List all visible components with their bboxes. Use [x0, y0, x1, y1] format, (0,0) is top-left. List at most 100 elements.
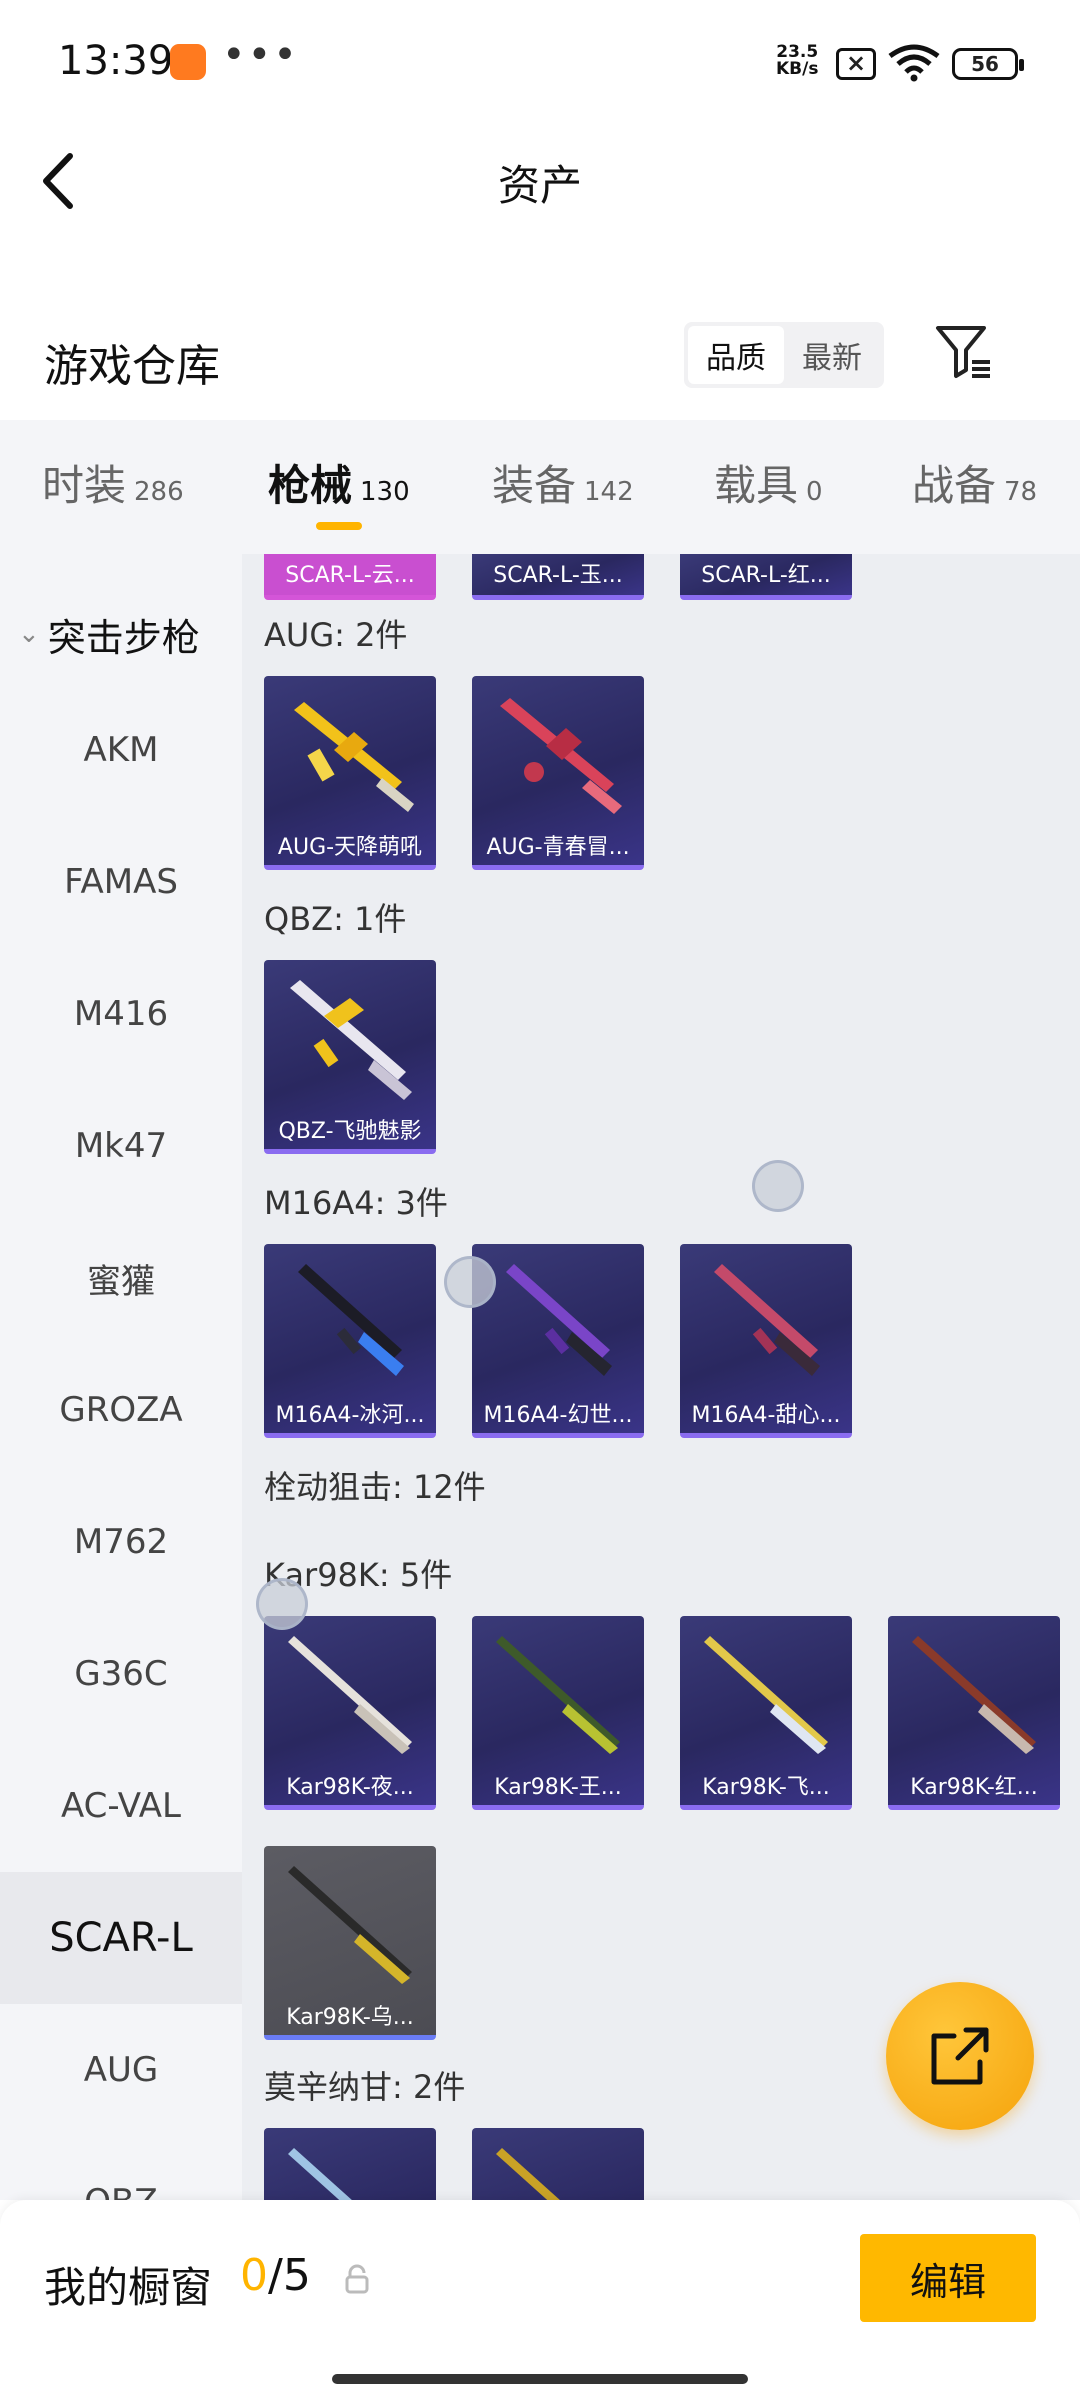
weapon-group-title: QBZ: 1件: [264, 900, 407, 938]
sidebar-item-g36c[interactable]: G36C: [0, 1608, 242, 1740]
skin-card[interactable]: SCAR-L-玉...: [472, 554, 644, 600]
m16a4-skin-image: [298, 1264, 404, 1376]
showcase-label: 我的橱窗: [44, 2263, 213, 2312]
skin-card-label: AUG-天降萌吼: [277, 835, 423, 860]
weapon-type-sidebar: ⌄ 突击步枪 AKM FAMAS M416 Mk47 蜜獾 GROZA M762…: [0, 554, 242, 2200]
skin-card[interactable]: QBZ-飞驰魅影: [264, 960, 436, 1154]
showcase-bar: 我的橱窗 0/5 编辑: [0, 2200, 1080, 2400]
skin-card[interactable]: M16A4-甜心...: [680, 1244, 852, 1438]
sidebar-item-aug[interactable]: AUG: [0, 2004, 242, 2136]
edit-showcase-button[interactable]: 编辑: [860, 2234, 1036, 2322]
sidebar-item-m762[interactable]: M762: [0, 1476, 242, 1608]
skin-card-label: M16A4-冰河...: [275, 1403, 425, 1428]
sidebar-item-honey-badger[interactable]: 蜜獾: [0, 1212, 242, 1344]
touch-indicator: [752, 1160, 804, 1212]
kar98k-skin-image: [912, 1636, 1036, 1754]
tab-count: 78: [1004, 477, 1038, 507]
touch-indicator: [444, 1256, 496, 1308]
tab-equipment[interactable]: 装备 142: [492, 452, 634, 513]
filter-icon: [936, 326, 990, 378]
share-button[interactable]: [886, 1982, 1034, 2130]
skin-card[interactable]: AUG-青春冒...: [472, 676, 644, 870]
skin-card[interactable]: SCAR-L-红...: [680, 554, 852, 600]
skin-card[interactable]: M16A4-幻世...: [472, 1244, 644, 1438]
share-icon: [931, 2027, 989, 2085]
skin-card-label: M16A4-甜心...: [691, 1403, 841, 1428]
sidebar-item-groza[interactable]: GROZA: [0, 1344, 242, 1476]
skin-card-label: Kar98K-夜...: [286, 1775, 414, 1800]
skin-card[interactable]: [264, 2128, 436, 2200]
touch-indicator: [256, 1578, 308, 1630]
aug-skin-image: [500, 698, 622, 814]
wifi-icon: [888, 44, 940, 82]
filter-button[interactable]: [934, 322, 994, 382]
sidebar-item-ac-val[interactable]: AC-VAL: [0, 1740, 242, 1872]
tab-vehicles[interactable]: 载具 0: [714, 452, 823, 513]
skin-card[interactable]: SCAR-L-云...: [264, 554, 436, 600]
more-notifications-icon: •••: [222, 32, 299, 78]
tab-count: 130: [360, 477, 410, 507]
skin-card-label: SCAR-L-红...: [701, 563, 831, 588]
kar98k-skin-image: [288, 1866, 412, 1984]
mosin-skin-image: [496, 2148, 560, 2200]
category-tabs: 时装 286 枪械 130 装备 142 载具 0 战备 78: [0, 420, 1080, 554]
mosin-skin-image: [288, 2148, 352, 2200]
sidebar-item-mk47[interactable]: Mk47: [0, 1080, 242, 1212]
warehouse-title: 游戏仓库: [44, 341, 220, 392]
skin-card[interactable]: Kar98K-乌...: [264, 1846, 436, 2040]
sidebar-item-scar-l[interactable]: SCAR-L: [0, 1872, 242, 2004]
tab-count: 0: [806, 477, 823, 507]
skin-card-label: SCAR-L-玉...: [493, 563, 623, 588]
m16a4-skin-image: [506, 1264, 612, 1376]
page-title: 资产: [497, 161, 582, 210]
weapon-group-title: 莫辛纳甘: 2件: [264, 2068, 466, 2106]
weapon-group-title: M16A4: 3件: [264, 1184, 448, 1222]
sort-quality-option[interactable]: 品质: [688, 326, 784, 384]
home-indicator[interactable]: [332, 2374, 748, 2384]
kar98k-skin-image: [704, 1636, 828, 1754]
skin-card[interactable]: Kar98K-夜...: [264, 1616, 436, 1810]
tab-label: 载具: [714, 461, 799, 510]
tab-label: 装备: [492, 461, 577, 510]
skin-card-label: SCAR-L-云...: [285, 563, 415, 588]
skin-card[interactable]: Kar98K-飞...: [680, 1616, 852, 1810]
skin-card-label: M16A4-幻世...: [483, 1403, 633, 1428]
sidebar-item-m416[interactable]: M416: [0, 948, 242, 1080]
skin-card[interactable]: [472, 2128, 644, 2200]
tab-firearms[interactable]: 枪械 130: [268, 452, 410, 513]
tab-label: 枪械: [268, 461, 353, 510]
tab-supplies[interactable]: 战备 78: [912, 452, 1037, 513]
skin-card-label: Kar98K-王...: [494, 1775, 622, 1800]
app-notification-icon: [170, 44, 206, 80]
showcase-separator: /: [268, 2250, 283, 2301]
skin-card[interactable]: Kar98K-红...: [888, 1616, 1060, 1810]
tab-label: 战备: [912, 461, 997, 510]
kar98k-skin-image: [288, 1636, 412, 1754]
skin-card[interactable]: M16A4-冰河...: [264, 1244, 436, 1438]
sidebar-item-qbz[interactable]: QBZ: [0, 2136, 242, 2200]
aug-skin-image: [294, 702, 414, 812]
m16a4-skin-image: [714, 1264, 820, 1376]
chevron-down-icon: ⌄: [18, 619, 40, 649]
sort-newest-option[interactable]: 最新: [784, 326, 880, 384]
skin-card-label: QBZ-飞驰魅影: [278, 1119, 422, 1144]
sidebar-item-famas[interactable]: FAMAS: [0, 816, 242, 948]
sidebar-group-assault-rifles[interactable]: ⌄ 突击步枪: [0, 594, 242, 674]
sidebar-group-label: 突击步枪: [47, 615, 200, 660]
tab-count: 286: [134, 477, 184, 507]
kar98k-skin-image: [496, 1636, 620, 1754]
battery-icon: 56: [952, 48, 1024, 80]
skin-card[interactable]: Kar98K-王...: [472, 1616, 644, 1810]
sidebar-item-akm[interactable]: AKM: [0, 684, 242, 816]
showcase-count: 0/5: [240, 2250, 311, 2301]
weapon-group-title: AUG: 2件: [264, 616, 408, 654]
weapon-skin-list: SCAR-L-云... SCAR-L-玉... SCAR-L-红... AUG:…: [242, 554, 1080, 2200]
lock-icon: [345, 2264, 369, 2294]
tab-fashion[interactable]: 时装 286: [42, 452, 184, 513]
showcase-max: 5: [282, 2250, 311, 2301]
skin-card[interactable]: AUG-天降萌吼: [264, 676, 436, 870]
skin-card-label: Kar98K-红...: [910, 1775, 1038, 1800]
showcase-current: 0: [240, 2250, 268, 2301]
tab-label: 时装: [42, 461, 127, 510]
qbz-skin-image: [290, 980, 412, 1100]
